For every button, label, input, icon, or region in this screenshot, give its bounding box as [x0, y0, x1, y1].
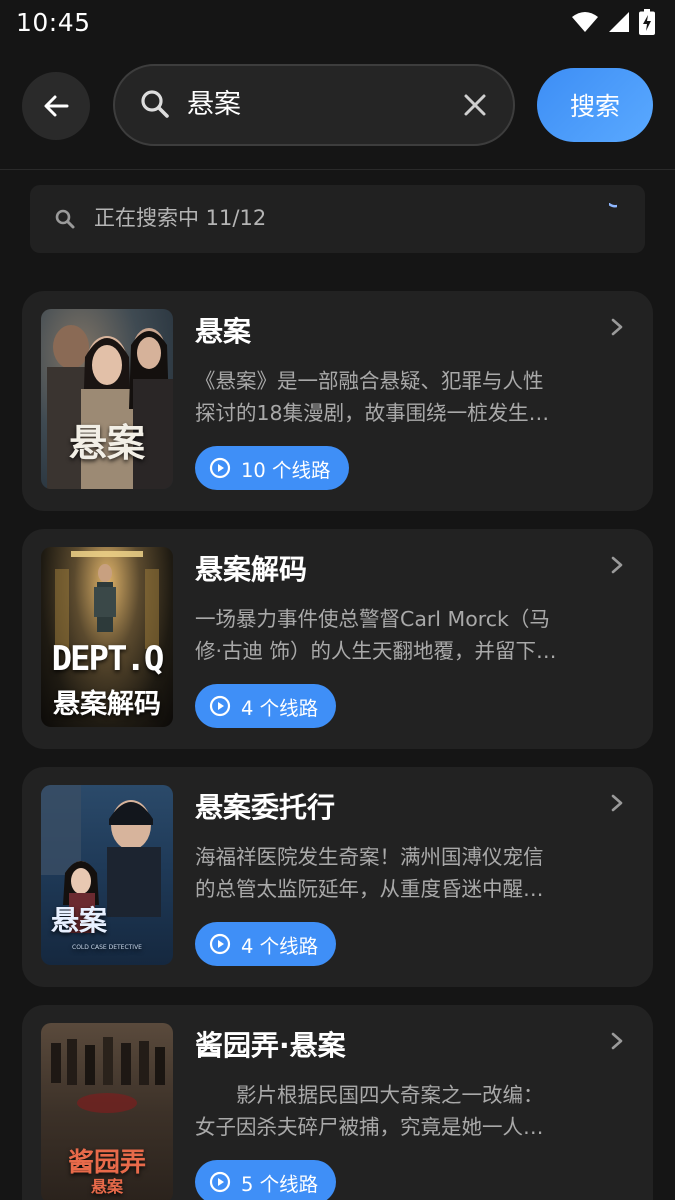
battery-charging-icon	[639, 9, 655, 35]
chevron-right-icon	[611, 556, 623, 574]
search-icon	[55, 209, 75, 229]
back-arrow-icon	[44, 95, 69, 117]
back-button[interactable]	[22, 72, 90, 140]
description-line: 一场暴力事件使总警督Carl Morck（马	[195, 607, 550, 631]
search-results-screen: 10:45 悬案 搜索 正在搜索中 11/12 悬案 悬案 《悬案》是一部融合悬…	[0, 0, 675, 1200]
description-line: 影片根据民国四大奇案之一改编：	[195, 1083, 544, 1107]
play-circle-icon	[209, 695, 231, 717]
poster-subtitle-text: 悬案解码	[53, 689, 161, 720]
routes-button[interactable]: 5 个线路	[195, 1160, 337, 1200]
status-time: 10:45	[16, 8, 91, 37]
result-card[interactable]: 酱园弄 悬案 酱园弄·悬案 影片根据民国四大奇案之一改编： 女子因杀夫碎尸被捕，…	[22, 1005, 653, 1200]
routes-count: 4 个线路	[241, 934, 319, 958]
routes-count: 10 个线路	[241, 458, 331, 482]
poster-title-text: 悬案	[51, 904, 108, 937]
play-circle-icon	[209, 457, 231, 479]
wifi-icon	[572, 12, 598, 32]
description-line: 《悬案》是一部融合悬疑、犯罪与人性	[195, 369, 544, 393]
routes-count: 5 个线路	[241, 1172, 319, 1196]
poster-image: DEPT.Q 悬案解码	[41, 547, 173, 727]
poster-image: 酱园弄 悬案	[41, 1023, 173, 1200]
poster-title-text: 悬案	[68, 420, 145, 465]
status-icons	[571, 8, 655, 36]
loading-spinner-icon	[609, 203, 617, 208]
play-circle-icon	[209, 1171, 231, 1193]
routes-button[interactable]: 10 个线路	[195, 446, 349, 490]
clear-icon[interactable]	[461, 91, 489, 119]
signal-icon	[609, 12, 629, 32]
chevron-right-icon	[611, 794, 623, 812]
result-title: 悬案	[195, 315, 252, 348]
poster-title-text: DEPT.Q	[51, 639, 165, 679]
description-line: 探讨的18集漫剧，故事围绕一桩发生…	[195, 401, 550, 425]
description-line: 的总管太监阮延年，从重度昏迷中醒…	[195, 877, 544, 901]
result-title: 悬案委托行	[195, 791, 336, 824]
description-line: 海福祥医院发生奇案！满州国溥仪宠信	[195, 845, 544, 869]
routes-button[interactable]: 4 个线路	[195, 684, 337, 728]
poster-subtitle-text: COLD CASE DETECTIVE	[72, 944, 142, 951]
routes-count: 4 个线路	[241, 696, 319, 720]
search-progress-text: 正在搜索中 11/12	[94, 206, 267, 230]
result-card[interactable]: 悬案 悬案 《悬案》是一部融合悬疑、犯罪与人性 探讨的18集漫剧，故事围绕一桩发…	[22, 291, 653, 511]
result-card[interactable]: 悬案 COLD CASE DETECTIVE 悬案委托行 海福祥医院发生奇案！满…	[22, 767, 653, 987]
search-input[interactable]: 悬案	[113, 64, 515, 146]
chevron-right-icon	[611, 318, 623, 336]
result-description: 《悬案》是一部融合悬疑、犯罪与人性 探讨的18集漫剧，故事围绕一桩发生…	[195, 365, 595, 429]
search-icon	[141, 90, 169, 118]
play-circle-icon	[209, 933, 231, 955]
chevron-right-icon	[611, 1032, 623, 1050]
poster-image: 悬案 COLD CASE DETECTIVE	[41, 785, 173, 965]
result-description: 一场暴力事件使总警督Carl Morck（马 修·古迪 饰）的人生天翻地覆，并留…	[195, 603, 595, 667]
result-title: 悬案解码	[195, 553, 308, 586]
search-progress-bar: 正在搜索中 11/12	[30, 185, 645, 253]
description-line: 女子因杀夫碎尸被捕，究竟是她一人…	[195, 1115, 544, 1139]
status-bar: 10:45	[0, 0, 675, 46]
search-button[interactable]: 搜索	[537, 68, 653, 142]
poster-subtitle-text: 悬案	[90, 1177, 123, 1196]
result-description: 海福祥医院发生奇案！满州国溥仪宠信 的总管太监阮延年，从重度昏迷中醒…	[195, 841, 595, 905]
search-header: 悬案 搜索	[0, 46, 675, 170]
result-card[interactable]: DEPT.Q 悬案解码 悬案解码 一场暴力事件使总警督Carl Morck（马 …	[22, 529, 653, 749]
search-query-text[interactable]: 悬案	[187, 88, 241, 122]
result-description: 影片根据民国四大奇案之一改编： 女子因杀夫碎尸被捕，究竟是她一人…	[195, 1079, 595, 1143]
description-line: 修·古迪 饰）的人生天翻地覆，并留下…	[195, 639, 557, 663]
result-title: 酱园弄·悬案	[195, 1029, 346, 1062]
poster-image: 悬案	[41, 309, 173, 489]
routes-button[interactable]: 4 个线路	[195, 922, 337, 966]
